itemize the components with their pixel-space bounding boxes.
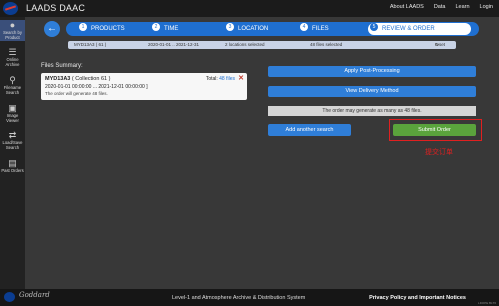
sidebar-item-label: Past Orders: [1, 168, 24, 173]
total-label: Total:: [205, 76, 218, 82]
nav-login[interactable]: Login: [480, 4, 493, 10]
nasa-logo-small[interactable]: [4, 292, 15, 302]
step-review-order[interactable]: 5 REVIEW & ORDER: [370, 22, 435, 36]
goddard-signature: Goddard: [19, 291, 50, 299]
step-number: 4: [300, 23, 308, 32]
step-files[interactable]: 4 FILES: [300, 22, 329, 36]
step-number: 2: [152, 23, 160, 32]
view-delivery-method-button[interactable]: View Delivery Method: [268, 86, 476, 97]
file-card-total: Total: 48 files: [206, 76, 235, 82]
product-collection: ( Collection 61 ): [71, 76, 111, 82]
image-icon: ▣: [8, 103, 17, 113]
sidebar-item-past-orders[interactable]: ▤ Past Orders: [0, 158, 25, 174]
reset-label: reset: [435, 42, 446, 47]
add-another-search-button[interactable]: Add another search: [268, 124, 351, 136]
arrow-left-icon: ←: [47, 23, 57, 34]
sidebar-item-filename-search[interactable]: ⚲ Filename Search: [0, 75, 25, 96]
sidebar-item-load-save-search[interactable]: ⇄ Load/Save Search: [0, 130, 25, 151]
sidebar-item-label: Online Archive: [5, 57, 20, 67]
back-button[interactable]: ←: [44, 21, 60, 37]
step-label: LOCATION: [238, 26, 269, 32]
nav-learn[interactable]: Learn: [455, 4, 469, 10]
sidebar-item-label: Search by Product: [3, 30, 22, 40]
privacy-policy-link[interactable]: Privacy Policy and Important Notices: [369, 295, 466, 301]
summary-location[interactable]: 2 locations selected: [225, 41, 265, 49]
step-label: TIME: [164, 26, 179, 32]
product-name: MYD13A3: [45, 76, 71, 82]
sidebar-item-image-viewer[interactable]: ▣ Image Viewer: [0, 103, 25, 124]
nav-data[interactable]: Data: [434, 4, 446, 10]
sidebar: ● Search by Product ☰ Online Archive ⚲ F…: [0, 17, 25, 289]
step-number: 3: [226, 23, 234, 32]
sidebar-item-label: Load/Save Search: [2, 140, 23, 150]
step-label: PRODUCTS: [91, 26, 125, 32]
list-icon: ☰: [8, 47, 17, 57]
file-card-dates: 2020-01-01 00:00:00 ... 2021-12-01 00:00…: [45, 84, 148, 90]
submit-annotation: 提交订单: [425, 149, 453, 156]
step-number: 5: [370, 23, 378, 32]
step-products[interactable]: 1 PRODUCTS: [79, 22, 125, 36]
file-card-note: The order will generate 48 files.: [45, 91, 108, 96]
step-label: FILES: [312, 26, 329, 32]
selection-summary: MYD13A3 ( 61 ) 2020-01-01 .. 2021-12-31 …: [68, 41, 456, 49]
step-label: REVIEW & ORDER: [382, 26, 435, 32]
summary-files[interactable]: 48 files selected: [310, 41, 342, 49]
step-location[interactable]: 3 LOCATION: [226, 22, 268, 36]
total-files-link[interactable]: 48 files: [219, 76, 235, 82]
file-card: MYD13A3 ( Collection 61 ) 2020-01-01 00:…: [41, 73, 247, 100]
sidebar-item-search-by-product[interactable]: ● Search by Product: [0, 20, 25, 41]
order-notice: The order may generate as many as 48 fil…: [268, 106, 476, 116]
folder-icon: ▤: [8, 158, 17, 168]
file-card-product: MYD13A3 ( Collection 61 ): [45, 76, 110, 82]
submit-order-button[interactable]: Submit Order: [393, 124, 476, 136]
load-save-icon: ⇄: [8, 130, 17, 140]
sidebar-item-online-archive[interactable]: ☰ Online Archive: [0, 47, 25, 68]
apply-post-processing-button[interactable]: Apply Post-Processing: [268, 66, 476, 77]
sidebar-item-label: Filename Search: [3, 85, 22, 95]
nasa-logo[interactable]: [3, 2, 18, 15]
footer-code: LDOPE BLT6: [478, 301, 496, 305]
nav-about[interactable]: About LAADS: [390, 4, 424, 10]
footer: Goddard Level-1 and Atmosphere Archive &…: [0, 289, 499, 306]
summary-product[interactable]: MYD13A3 ( 61 ): [74, 41, 106, 49]
files-summary-title: Files Summary:: [41, 63, 83, 69]
nasa-mini-icon: ●: [9, 20, 16, 30]
summary-dates[interactable]: 2020-01-01 .. 2021-12-31: [148, 41, 199, 49]
sidebar-item-label: Image Viewer: [6, 113, 19, 123]
step-number: 1: [79, 23, 87, 32]
top-nav: About LAADS Data Learn Login: [390, 4, 493, 10]
footer-system-name: Level-1 and Atmosphere Archive & Distrib…: [172, 295, 306, 301]
app-title[interactable]: LAADS DAAC: [26, 3, 85, 13]
search-icon: ⚲: [9, 75, 16, 85]
close-icon[interactable]: ✕: [238, 75, 244, 83]
step-time[interactable]: 2 TIME: [152, 22, 178, 36]
top-bar: LAADS DAAC About LAADS Data Learn Login: [0, 0, 499, 17]
